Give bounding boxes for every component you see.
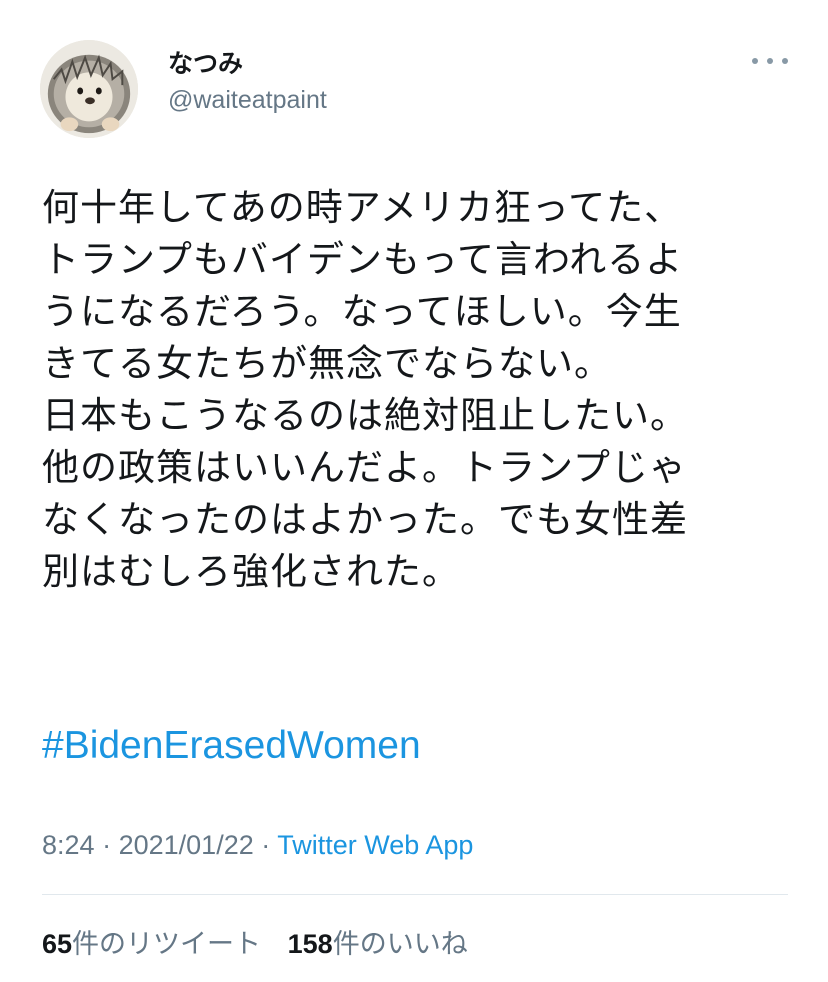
tweet-text: 何十年してあの時アメリカ狂ってた、 トランプもバイデンもって言われるよ うになる… [42, 182, 802, 598]
hashtag-link[interactable]: #BidenErasedWomen [42, 724, 421, 768]
retweet-label: 件のリツイート [72, 929, 262, 960]
tweet-source-link[interactable]: Twitter Web App [277, 830, 473, 860]
meta-separator: · [261, 830, 271, 860]
more-horizontal-icon[interactable] [752, 50, 788, 72]
tweet-time[interactable]: 8:24 [42, 830, 95, 860]
user-handle[interactable]: @waiteatpaint [168, 86, 327, 115]
meta-separator: · [102, 830, 112, 860]
likes-stat[interactable]: 158件のいいね [288, 922, 468, 961]
retweet-count: 65 [42, 929, 73, 959]
tweet-text-line: うになるだろう。なってほしい。今生 [42, 290, 682, 333]
tweet-text-line: なくなったのはよかった。でも女性差 [42, 498, 688, 541]
tweet-text-line: 他の政策はいいんだよ。トランプじゃ [42, 446, 687, 489]
tweet-stats: 65件のリツイート 158件のいいね [42, 922, 468, 961]
retweets-stat[interactable]: 65件のリツイート [42, 922, 261, 961]
like-count: 158 [287, 929, 333, 959]
tweet-text-line: 日本もこうなるのは絶対阻止したい。 [42, 394, 688, 437]
tweet-meta: 8:24 · 2021/01/22 · Twitter Web App [42, 830, 473, 861]
tweet-text-line: 何十年してあの時アメリカ狂ってた、 [42, 186, 683, 229]
tweet-detail: なつみ @waiteatpaint 何十年してあの時アメリカ狂ってた、 トランプ… [0, 0, 828, 982]
like-label: 件のいいね [332, 929, 468, 960]
hedgehog-avatar-icon [40, 40, 138, 138]
avatar[interactable] [40, 40, 138, 138]
tweet-text-line: 別はむしろ強化された。 [42, 550, 460, 593]
display-name[interactable]: なつみ [168, 44, 243, 80]
tweet-text-line: きてる女たちが無念でならない。 [42, 342, 612, 385]
tweet-date[interactable]: 2021/01/22 [119, 830, 254, 860]
tweet-text-line: トランプもバイデンもって言われるよ [42, 238, 684, 281]
divider [42, 894, 788, 895]
